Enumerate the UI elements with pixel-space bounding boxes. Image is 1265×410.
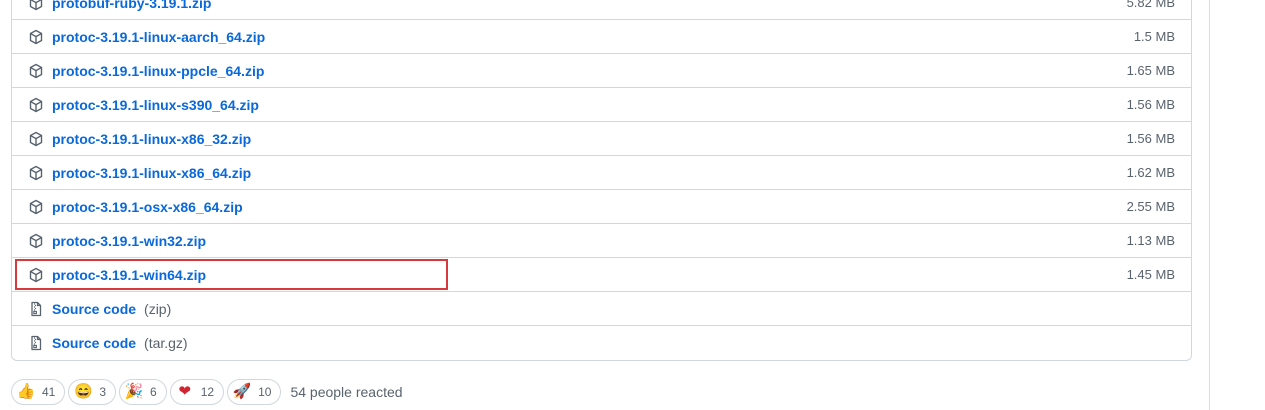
asset-size: 1.56 MB	[1126, 131, 1175, 146]
reaction-thumbs-up-button[interactable]: 👍 41	[11, 379, 66, 405]
asset-size: 1.65 MB	[1126, 63, 1175, 78]
package-icon	[28, 199, 44, 215]
asset-size: 5.82 MB	[1126, 0, 1175, 10]
asset-link[interactable]: protoc-3.19.1-osx-x86_64.zip	[52, 199, 243, 215]
asset-row-linux-ppcle64: protoc-3.19.1-linux-ppcle_64.zip 1.65 MB	[12, 54, 1191, 88]
asset-link[interactable]: protoc-3.19.1-win64.zip	[52, 267, 206, 283]
file-zip-icon	[28, 335, 44, 351]
asset-row-protobuf-ruby: protobuf-ruby-3.19.1.zip 5.82 MB	[12, 0, 1191, 20]
thumbs-up-icon: 👍	[16, 383, 36, 400]
asset-size: 1.56 MB	[1126, 97, 1175, 112]
asset-row-linux-x86-64: protoc-3.19.1-linux-x86_64.zip 1.62 MB	[12, 156, 1191, 190]
reaction-count: 12	[200, 385, 215, 399]
asset-size: 1.62 MB	[1126, 165, 1175, 180]
source-code-zip-row: Source code (zip)	[12, 292, 1191, 326]
reaction-hooray-button[interactable]: 🎉 6	[119, 379, 167, 405]
package-icon	[28, 0, 44, 11]
release-assets-page: protobuf-ruby-3.19.1.zip 5.82 MB protoc-…	[0, 0, 1265, 410]
package-icon	[28, 131, 44, 147]
package-icon	[28, 29, 44, 45]
asset-link[interactable]: protoc-3.19.1-linux-ppcle_64.zip	[52, 63, 264, 79]
rocket-icon: 🚀	[232, 383, 252, 400]
asset-link[interactable]: protoc-3.19.1-linux-x86_32.zip	[52, 131, 251, 147]
asset-link[interactable]: protoc-3.19.1-win32.zip	[52, 233, 206, 249]
asset-size: 1.5 MB	[1133, 29, 1175, 44]
asset-row-linux-s390: protoc-3.19.1-linux-s390_64.zip 1.56 MB	[12, 88, 1191, 122]
reaction-laugh-button[interactable]: 😄 3	[68, 379, 117, 405]
reaction-count: 3	[99, 385, 107, 399]
reaction-count: 41	[42, 385, 56, 399]
laugh-icon: 😄	[74, 383, 93, 400]
package-icon	[28, 97, 44, 113]
source-code-extension: (tar.gz)	[144, 335, 188, 351]
source-code-link[interactable]: Source code	[52, 335, 136, 351]
asset-link[interactable]: protoc-3.19.1-linux-s390_64.zip	[52, 97, 259, 113]
heart-icon: ❤	[178, 383, 192, 400]
package-icon	[28, 233, 44, 249]
asset-row-linux-aarch64: protoc-3.19.1-linux-aarch_64.zip 1.5 MB	[12, 20, 1191, 54]
assets-list: protobuf-ruby-3.19.1.zip 5.82 MB protoc-…	[11, 0, 1192, 361]
source-code-extension: (zip)	[144, 300, 172, 317]
reaction-heart-button[interactable]: ❤ 12	[169, 379, 225, 405]
source-code-targz-row: Source code (tar.gz)	[12, 326, 1191, 360]
reaction-count: 6	[150, 385, 157, 399]
asset-size: 1.45 MB	[1126, 267, 1175, 282]
package-icon	[28, 63, 44, 79]
hooray-icon: 🎉	[124, 383, 144, 400]
reactions-bar: 👍 41 😄 3 🎉 6 ❤ 12 🚀 10 54 people reacted	[11, 378, 403, 406]
asset-row-osx-x86-64: protoc-3.19.1-osx-x86_64.zip 2.55 MB	[12, 190, 1191, 224]
package-icon	[28, 165, 44, 181]
asset-row-win64: protoc-3.19.1-win64.zip 1.45 MB	[12, 258, 1191, 292]
source-code-link[interactable]: Source code	[52, 301, 136, 317]
people-reacted-text: 54 people reacted	[290, 384, 403, 400]
reaction-count: 10	[258, 385, 272, 399]
sidebar-divider	[1209, 0, 1210, 410]
package-icon	[28, 267, 44, 283]
asset-size: 1.13 MB	[1126, 233, 1175, 248]
reaction-rocket-button[interactable]: 🚀 10	[227, 379, 282, 405]
asset-row-win32: protoc-3.19.1-win32.zip 1.13 MB	[12, 224, 1191, 258]
asset-size: 2.55 MB	[1126, 199, 1175, 214]
asset-link[interactable]: protobuf-ruby-3.19.1.zip	[52, 0, 211, 11]
asset-link[interactable]: protoc-3.19.1-linux-aarch_64.zip	[52, 29, 265, 45]
asset-row-linux-x86-32: protoc-3.19.1-linux-x86_32.zip 1.56 MB	[12, 122, 1191, 156]
asset-link[interactable]: protoc-3.19.1-linux-x86_64.zip	[52, 165, 251, 181]
file-zip-icon	[28, 301, 44, 317]
